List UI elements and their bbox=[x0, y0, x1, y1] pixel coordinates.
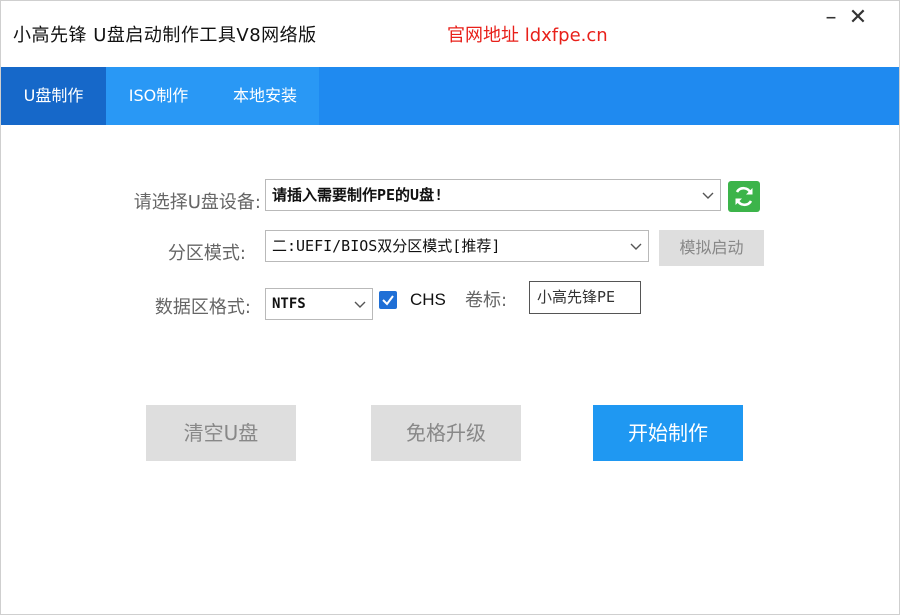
chevron-down-icon bbox=[630, 243, 642, 250]
check-icon bbox=[382, 295, 394, 306]
simulate-boot-button[interactable]: 模拟启动 bbox=[659, 230, 764, 266]
tab-iso-create[interactable]: ISO制作 bbox=[106, 67, 211, 125]
no-format-upgrade-button[interactable]: 免格升级 bbox=[371, 405, 521, 461]
volume-label: 卷标: bbox=[465, 290, 508, 311]
clear-usb-button[interactable]: 清空U盘 bbox=[146, 405, 296, 461]
volume-input[interactable]: 小高先锋PE bbox=[529, 281, 641, 314]
format-label: 数据区格式: bbox=[154, 297, 251, 318]
device-label: 请选择U盘设备: bbox=[133, 192, 261, 213]
minimize-button[interactable]: – bbox=[819, 7, 843, 31]
chevron-down-icon bbox=[354, 301, 366, 308]
chs-label[interactable]: CHS bbox=[410, 290, 446, 310]
tab-bar: U盘制作 ISO制作 本地安装 bbox=[1, 67, 899, 125]
device-select[interactable]: 请插入需要制作PE的U盘! bbox=[265, 179, 721, 211]
chs-checkbox[interactable] bbox=[379, 291, 397, 309]
partition-label: 分区模式: bbox=[167, 243, 246, 264]
refresh-icon bbox=[735, 186, 753, 207]
tab-local-install[interactable]: 本地安装 bbox=[211, 67, 319, 125]
start-create-button[interactable]: 开始制作 bbox=[593, 405, 743, 461]
refresh-button[interactable] bbox=[728, 181, 760, 212]
partition-select-value: 二:UEFI/BIOS双分区模式[推荐] bbox=[272, 237, 501, 255]
app-title: 小高先锋 U盘启动制作工具V8网络版 bbox=[13, 25, 317, 46]
device-select-value: 请插入需要制作PE的U盘! bbox=[272, 186, 444, 204]
title-bar: 小高先锋 U盘启动制作工具V8网络版 官网地址 ldxfpe.cn – ✕ bbox=[1, 1, 899, 67]
format-select[interactable]: NTFS bbox=[265, 288, 373, 320]
app-window: 小高先锋 U盘启动制作工具V8网络版 官网地址 ldxfpe.cn – ✕ U盘… bbox=[0, 0, 900, 615]
partition-select[interactable]: 二:UEFI/BIOS双分区模式[推荐] bbox=[265, 230, 649, 262]
close-button[interactable]: ✕ bbox=[846, 7, 870, 31]
chevron-down-icon bbox=[702, 192, 714, 199]
website-link[interactable]: 官网地址 ldxfpe.cn bbox=[447, 21, 608, 47]
tab-usb-create[interactable]: U盘制作 bbox=[1, 67, 106, 125]
